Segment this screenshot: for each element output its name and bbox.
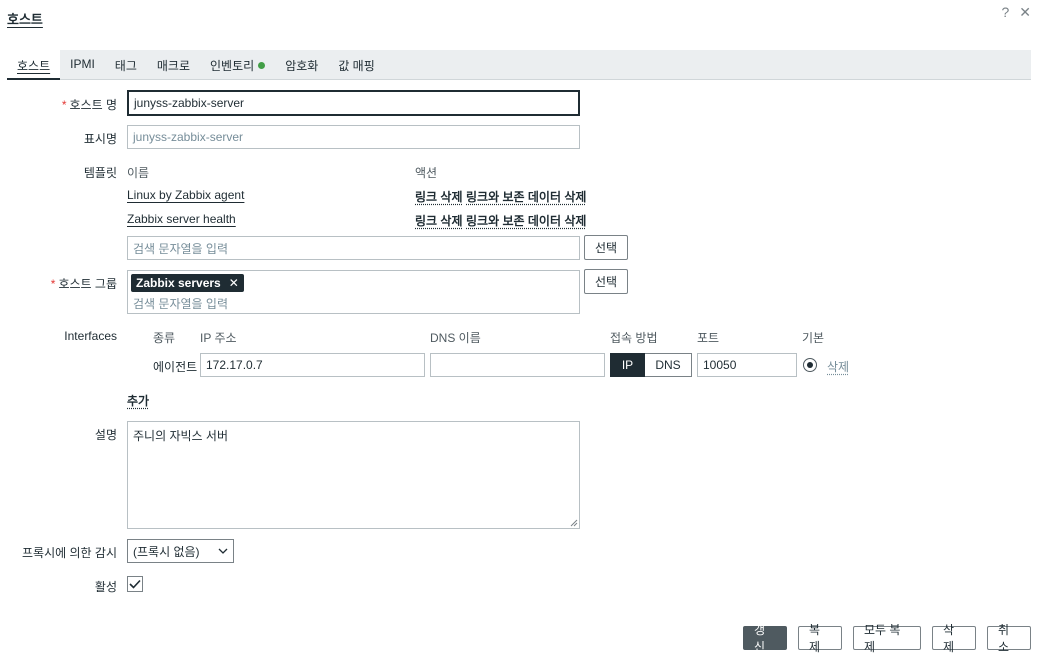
unlink-and-clear-button[interactable]: 링크와 보존 데이터 삭제: [466, 188, 586, 205]
iface-dns-input[interactable]: [430, 353, 605, 377]
visible-name-label: 표시명: [83, 132, 117, 146]
templates-col-name: 이름: [127, 166, 150, 180]
host-groups-label: * 호스트 그룹: [50, 277, 117, 291]
iface-col-dns: DNS 이름: [430, 331, 481, 345]
enabled-checkbox[interactable]: [127, 576, 143, 592]
tab-host[interactable]: 호스트: [7, 50, 61, 80]
iface-add-button[interactable]: 추가: [127, 392, 149, 409]
proxy-select[interactable]: (프록시 없음): [127, 539, 234, 563]
templates-label: 템플릿: [83, 166, 117, 180]
iface-port-input[interactable]: 10050: [697, 353, 797, 377]
unlink-button[interactable]: 링크 삭제: [415, 212, 463, 229]
iface-col-port: 포트: [697, 331, 720, 345]
remove-tag-icon[interactable]: ✕: [229, 276, 239, 290]
host-groups-multiselect[interactable]: Zabbix servers ✕ 검색 문자열을 입력: [127, 270, 580, 314]
interfaces-label: Interfaces: [64, 329, 117, 343]
connect-dns-option[interactable]: DNS: [645, 353, 692, 377]
iface-col-ip: IP 주소: [200, 331, 237, 345]
iface-col-connect: 접속 방법: [610, 331, 658, 345]
help-icon[interactable]: ?: [1001, 4, 1009, 21]
inventory-status-dot-icon: [258, 62, 266, 69]
unlink-and-clear-button[interactable]: 링크와 보존 데이터 삭제: [466, 212, 586, 229]
template-search-input[interactable]: 검색 문자열을 입력: [127, 236, 580, 260]
template-link[interactable]: Zabbix server health: [127, 212, 236, 226]
tab-label: 인벤토리: [210, 59, 255, 73]
host-group-tag: Zabbix servers ✕: [131, 274, 244, 292]
dialog-title: 호스트: [7, 12, 43, 27]
tab-label: 값 매핑: [338, 59, 375, 73]
resize-handle-icon[interactable]: [570, 519, 578, 527]
description-label: 설명: [94, 428, 117, 442]
tab-encryption[interactable]: 암호화: [275, 50, 328, 79]
host-group-select-button[interactable]: 선택: [584, 269, 628, 294]
host-name-input[interactable]: junyss-zabbix-server: [127, 90, 580, 116]
enabled-label: 활성: [94, 580, 117, 594]
template-link[interactable]: Linux by Zabbix agent: [127, 188, 244, 202]
templates-col-action: 액션: [415, 166, 438, 180]
delete-button[interactable]: 삭제: [932, 623, 976, 654]
required-marker: *: [61, 98, 67, 112]
proxy-label: 프록시에 의한 감시: [22, 546, 117, 560]
iface-connect-toggle: IP DNS: [610, 353, 692, 377]
tab-label: 암호화: [285, 59, 319, 73]
tab-tags[interactable]: 태그: [105, 50, 147, 79]
description-textarea[interactable]: 주니의 자빅스 서버: [127, 421, 580, 529]
iface-col-default: 기본: [802, 331, 825, 345]
checkmark-icon: [129, 579, 141, 589]
visible-name-input[interactable]: junyss-zabbix-server: [127, 125, 580, 149]
host-group-search-placeholder[interactable]: 검색 문자열을 입력: [133, 295, 228, 312]
tab-macros[interactable]: 매크로: [147, 50, 200, 79]
iface-default-radio[interactable]: [803, 358, 817, 372]
full-clone-button[interactable]: 모두 복제: [853, 623, 921, 654]
tab-bar: 호스트 IPMI 태그 매크로 인벤토리 암호화 값 매핑: [7, 50, 1031, 80]
radio-dot: [807, 362, 813, 368]
update-button[interactable]: 갱신: [743, 623, 787, 654]
tab-label: 태그: [114, 59, 137, 73]
header-icons: ? ✕: [1001, 4, 1031, 21]
template-select-button[interactable]: 선택: [584, 235, 628, 260]
iface-col-type: 종류: [153, 331, 176, 345]
tab-label: IPMI: [70, 57, 95, 71]
cancel-button[interactable]: 취소: [987, 623, 1031, 654]
tab-ipmi[interactable]: IPMI: [60, 50, 105, 79]
iface-type: 에이전트: [153, 360, 198, 374]
tab-inventory[interactable]: 인벤토리: [200, 50, 275, 79]
required-marker: *: [50, 277, 56, 291]
unlink-button[interactable]: 링크 삭제: [415, 188, 463, 205]
tab-label: 호스트: [17, 59, 51, 73]
connect-ip-option[interactable]: IP: [610, 353, 645, 377]
tab-value-mapping[interactable]: 값 매핑: [328, 50, 384, 79]
chevron-down-icon: [218, 548, 228, 554]
iface-remove-button[interactable]: 삭제: [827, 358, 849, 375]
close-icon[interactable]: ✕: [1019, 4, 1031, 21]
clone-button[interactable]: 복제: [798, 623, 842, 654]
tab-label: 매크로: [156, 59, 191, 73]
host-name-label: * 호스트 명: [61, 98, 117, 112]
iface-ip-input[interactable]: 172.17.0.7: [200, 353, 425, 377]
